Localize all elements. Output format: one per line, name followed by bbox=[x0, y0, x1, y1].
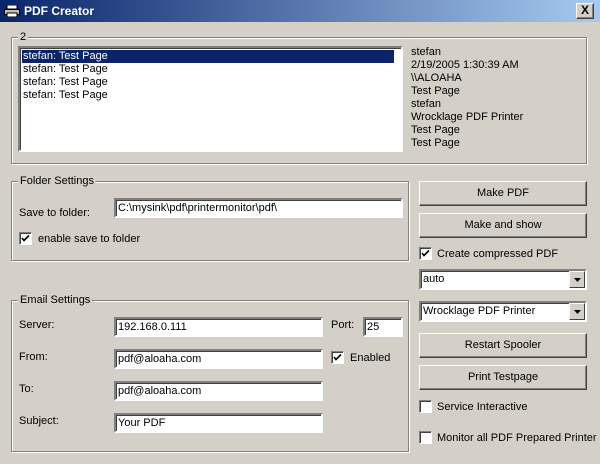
check-icon bbox=[333, 353, 342, 361]
compressed-pdf-label[interactable]: Create compressed PDF bbox=[437, 247, 558, 261]
jobs-group-caption: 2 bbox=[18, 30, 29, 44]
job-detail-date: 2/19/2005 1:30:39 AM bbox=[411, 59, 519, 71]
port-input[interactable]: 25 bbox=[363, 317, 403, 337]
job-detail-machine: \\ALOAHA bbox=[411, 72, 462, 84]
close-button[interactable]: X bbox=[576, 3, 594, 19]
chevron-down-icon bbox=[574, 310, 581, 314]
save-to-folder-label: Save to folder: bbox=[19, 207, 90, 219]
printer-dropdown-button[interactable] bbox=[569, 303, 585, 320]
server-input[interactable]: 192.168.0.111 bbox=[114, 317, 323, 337]
compressed-pdf-checkbox[interactable] bbox=[419, 247, 432, 260]
monitor-all-label[interactable]: Monitor all PDF Prepared Printer bbox=[437, 431, 597, 445]
to-input[interactable]: pdf@aloaha.com bbox=[114, 381, 323, 401]
job-detail-title: Test Page bbox=[411, 124, 460, 136]
printer-icon bbox=[4, 4, 20, 18]
compression-dropdown-button[interactable] bbox=[569, 271, 585, 288]
close-icon: X bbox=[580, 3, 589, 17]
chevron-down-icon bbox=[574, 278, 581, 282]
subject-label: Subject: bbox=[19, 415, 59, 427]
pdf-creator-window: PDF Creator X 2 stefan: Test Page stefan… bbox=[0, 0, 600, 464]
window-title: PDF Creator bbox=[24, 4, 95, 18]
to-label: To: bbox=[19, 383, 34, 395]
job-detail-owner: stefan bbox=[411, 98, 441, 110]
make-and-show-button[interactable]: Make and show bbox=[419, 213, 587, 238]
from-input[interactable]: pdf@aloaha.com bbox=[114, 349, 323, 369]
from-label: From: bbox=[19, 351, 48, 363]
restart-spooler-button[interactable]: Restart Spooler bbox=[419, 333, 587, 358]
job-detail-printer: Wrocklage PDF Printer bbox=[411, 111, 524, 123]
make-pdf-button[interactable]: Make PDF bbox=[419, 181, 587, 206]
list-item[interactable]: stefan: Test Page bbox=[22, 89, 394, 102]
title-bar[interactable]: PDF Creator X bbox=[0, 0, 600, 22]
list-item[interactable]: stefan: Test Page bbox=[22, 76, 394, 89]
service-interactive-checkbox[interactable] bbox=[419, 400, 432, 413]
print-testpage-button[interactable]: Print Testpage bbox=[419, 365, 587, 390]
check-icon bbox=[21, 234, 30, 242]
compression-select[interactable]: auto bbox=[419, 269, 587, 290]
email-enabled-label[interactable]: Enabled bbox=[350, 351, 390, 365]
check-icon bbox=[421, 249, 430, 257]
job-detail-name: Test Page bbox=[411, 137, 460, 149]
printer-select[interactable]: Wrocklage PDF Printer bbox=[419, 301, 587, 322]
printer-value: Wrocklage PDF Printer bbox=[423, 305, 536, 317]
service-interactive-label[interactable]: Service Interactive bbox=[437, 400, 527, 414]
email-settings-legend: Email Settings bbox=[18, 293, 93, 307]
enable-save-checkbox[interactable] bbox=[19, 232, 32, 245]
server-label: Server: bbox=[19, 319, 55, 331]
job-detail-user: stefan bbox=[411, 46, 441, 58]
folder-settings-group: Folder Settings bbox=[11, 174, 409, 261]
job-detail-document: Test Page bbox=[411, 85, 460, 97]
print-jobs-list[interactable]: stefan: Test Page stefan: Test Page stef… bbox=[18, 46, 403, 152]
enable-save-label[interactable]: enable save to folder bbox=[38, 232, 140, 246]
subject-input[interactable]: Your PDF bbox=[114, 413, 323, 433]
compression-value: auto bbox=[423, 273, 445, 285]
folder-settings-legend: Folder Settings bbox=[18, 174, 96, 188]
save-to-folder-input[interactable]: C:\mysink\pdf\printermonitor\pdf\ bbox=[114, 198, 403, 218]
port-label: Port: bbox=[331, 319, 355, 331]
email-enabled-checkbox[interactable] bbox=[331, 351, 344, 364]
list-item[interactable]: stefan: Test Page bbox=[22, 50, 394, 63]
monitor-all-checkbox[interactable] bbox=[419, 431, 432, 444]
list-item[interactable]: stefan: Test Page bbox=[22, 63, 394, 76]
